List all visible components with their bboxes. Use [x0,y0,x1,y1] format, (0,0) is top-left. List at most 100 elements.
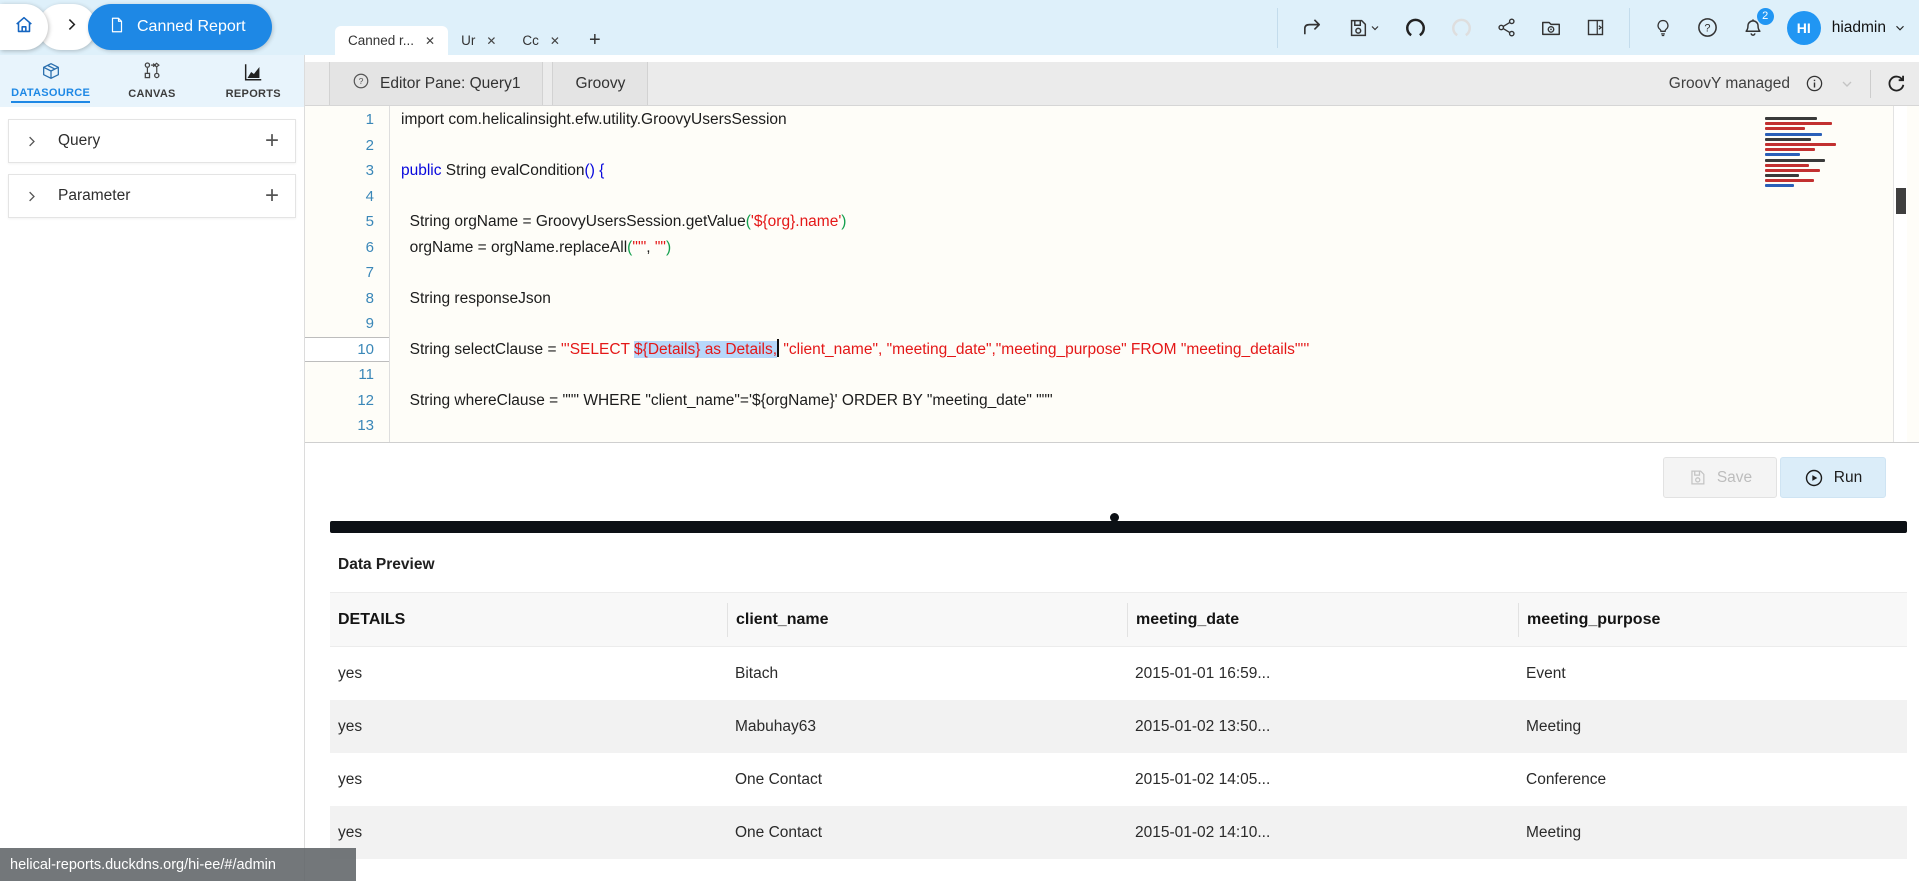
status-bar: helical-reports.duckdns.org/hi-ee/#/admi… [0,848,356,881]
bell-icon[interactable]: 2 [1742,7,1774,39]
username[interactable]: hiadmin [1832,19,1886,37]
table-cell: yes [338,717,363,735]
line-number: 2 [365,136,374,154]
table-cell: Event [1526,664,1566,682]
code-segment: String orgName = GroovyUsersSession.getV… [401,213,746,230]
editor-header-right: GroovY managed [1669,62,1919,105]
code-line[interactable] [401,133,1789,159]
forward-icon[interactable] [1301,16,1324,39]
share-icon[interactable] [1496,17,1517,38]
code-segment: String whereClause = """ WHERE "client_n… [401,391,1053,409]
close-icon[interactable]: ✕ [550,34,560,48]
refresh-icon[interactable] [1886,73,1907,94]
code-segment: String selectClause = [401,340,561,358]
panel-layout-icon[interactable] [1585,17,1606,38]
save-icon[interactable] [1347,17,1381,39]
reports-chart-icon [242,61,264,86]
add-parameter-button[interactable]: + [265,184,279,208]
section-label: Query [58,132,101,149]
status-url: helical-reports.duckdns.org/hi-ee/#/admi… [10,856,276,873]
groovy-tab[interactable]: Groovy [552,62,649,105]
save-button[interactable]: Save [1663,457,1777,498]
sidebar-section-parameter[interactable]: Parameter + [8,174,296,218]
folder-settings-icon[interactable] [1540,17,1562,39]
code-line[interactable]: import com.helicalinsight.efw.utility.Gr… [401,107,1789,133]
save-button-label: Save [1716,468,1753,486]
code-line[interactable] [401,311,1789,337]
chevron-right-icon [63,16,80,38]
mode-dropdown-chevron-icon[interactable] [1839,76,1855,92]
table-cell: yes [338,770,363,788]
top-bar: Canned Report Canned r... ✕ Ur ✕ Cc ✕ + [0,0,1919,55]
editor-scrollbar[interactable] [1893,106,1907,442]
svg-text:?: ? [359,76,364,86]
editor-pane-tab[interactable]: ? Editor Pane: Query1 [329,62,544,105]
document-tab[interactable]: Cc ✕ [509,26,573,55]
minimap-line [1765,174,1799,178]
code-line[interactable]: String selectClause = '''SELECT ${Detail… [401,337,1789,363]
lightbulb-icon[interactable] [1653,18,1673,38]
document-icon [108,16,126,39]
info-icon[interactable] [1805,74,1824,93]
scrollbar-thumb[interactable] [1896,188,1906,214]
line-number: 6 [365,238,374,256]
minimap [1759,112,1855,192]
help-icon[interactable]: ? [1696,16,1719,39]
code-line[interactable]: public String evalCondition() { [401,158,1789,184]
preview-body: yes Bitach 2015-01-01 16:59... Event yes Mabu… [330,647,1907,859]
code-line[interactable]: String orgName = GroovyUsersSession.getV… [401,209,1789,235]
avatar[interactable]: HI [1786,10,1821,45]
line-number: 5 [365,213,374,230]
home-button[interactable] [0,4,48,50]
undo-icon[interactable] [1404,16,1427,39]
line-number: 10 [305,336,389,362]
code-line[interactable] [401,413,1789,439]
document-tab[interactable]: Canned r... ✕ [335,26,449,55]
code-line[interactable] [401,184,1789,210]
code-segment: "'" [632,238,647,256]
chevron-right-icon [24,134,39,149]
table-row: yes Mabuhay63 2015-01-02 13:50... Meeting [330,700,1907,753]
tab-strip-backing [305,55,1919,62]
table-cell: Bitach [735,664,779,682]
sidebar-section-query[interactable]: Query + [8,119,296,163]
code-line[interactable] [401,260,1789,286]
close-icon[interactable]: ✕ [486,34,496,48]
minimap-line [1765,142,1837,146]
pane-divider[interactable] [330,521,1907,533]
sidebar-accordion: Query + Parameter + [0,107,304,218]
table-cell: One Contact [735,770,823,788]
groovy-tab-label: Groovy [575,74,626,92]
breadcrumb-report-pill[interactable]: Canned Report [88,4,272,50]
editor-pane-tab-label: Editor Pane: Query1 [380,74,521,92]
play-circle-icon [1804,468,1824,488]
tab-label: DATASOURCE [11,87,91,103]
code-editor[interactable]: 1 2 3 4 5 6 7 8 9 10 11 12 13 import com.helicalinsi… [305,106,1919,443]
run-button[interactable]: Run [1780,457,1886,498]
code-segment: ) [841,213,847,230]
question-circle-icon: ? [352,72,370,95]
add-query-button[interactable]: + [265,129,279,153]
code-segment: "" [654,238,666,256]
gutter-separator [389,106,390,442]
redo-icon[interactable] [1450,16,1473,39]
notification-badge: 2 [1756,7,1774,25]
minimap-line [1765,153,1801,157]
code-line[interactable] [401,362,1789,388]
column-header: meeting_date [1127,602,1518,637]
close-icon[interactable]: ✕ [425,34,435,48]
user-menu-chevron-icon[interactable] [1893,21,1907,35]
floppy-icon [1688,468,1707,487]
table-row: yes Bitach 2015-01-01 16:59... Event [330,647,1907,700]
document-tab[interactable]: Ur ✕ [448,26,509,55]
code-segment: "client_name", "meeting_date","meeting_p… [779,340,1310,358]
new-tab-button[interactable]: + [589,29,601,55]
tab-reports[interactable]: REPORTS [203,55,304,107]
tab-datasource[interactable]: DATASOURCE [0,55,101,107]
code-line[interactable]: String responseJson [401,286,1789,312]
code-line[interactable]: orgName = orgName.replaceAll("'", "") [401,235,1789,261]
gutter: 1 2 3 4 5 6 7 8 9 10 11 12 13 [305,107,389,439]
code-line[interactable]: String whereClause = """ WHERE "client_n… [401,388,1789,414]
tab-canvas[interactable]: CANVAS [101,55,202,107]
line-number: 4 [365,187,374,205]
